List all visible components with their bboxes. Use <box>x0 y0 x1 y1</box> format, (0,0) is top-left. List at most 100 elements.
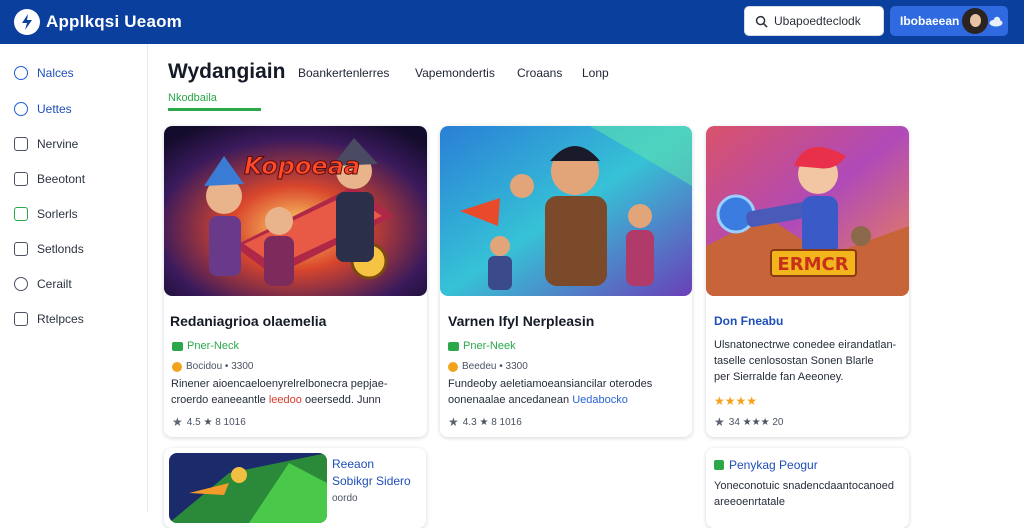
sidebar-item-label: Cerailt <box>37 277 72 291</box>
meta-label: Bocidou • 3300 <box>186 361 254 372</box>
highlight-text[interactable]: Uedabocko <box>572 394 628 406</box>
title-text: Penykag Peogur <box>729 458 818 472</box>
gamepad-icon <box>14 102 28 116</box>
sidebar-item-label: Sorlerls <box>37 207 78 221</box>
account-label: Ibobaeean <box>900 14 960 28</box>
game-title[interactable]: Varnen lfyl Nerpleasin <box>448 313 594 329</box>
app-title: Applkqsi Ueaom <box>46 12 182 31</box>
top-bar: Applkqsi Ueaom Ubapoedteclodk Ibobaeean <box>0 0 1024 44</box>
game-artwork[interactable] <box>169 453 327 523</box>
avatar[interactable] <box>962 8 988 34</box>
sidebar-item-label: Setlonds <box>37 242 84 256</box>
square-icon <box>14 137 28 151</box>
sidebar-item-label: Uettes <box>37 102 72 116</box>
highlight-text[interactable]: leedoo <box>269 394 302 406</box>
game-title[interactable]: Don Fneabu <box>714 314 783 328</box>
stats-label: 4.5 ★ 8 1016 <box>186 416 246 428</box>
coin-icon <box>448 361 458 372</box>
search-icon <box>755 15 768 28</box>
description-line: taselle cenlosostan Sonen Blarle <box>714 355 874 367</box>
sidebar-item-1[interactable]: Nalces <box>14 62 74 84</box>
circle-icon <box>14 66 28 80</box>
game-stats: ★ 34 ★★★ 20 <box>714 415 783 429</box>
star-icon: ★ <box>172 415 183 429</box>
expand-icon <box>14 242 28 256</box>
logo-icon <box>14 9 40 35</box>
title-line: Sobikgr Sidero <box>332 474 411 488</box>
tab-1[interactable]: Boankertenlerres <box>298 66 389 80</box>
sidebar-item-4[interactable]: Beeotont <box>14 168 85 190</box>
description-line: areeoenrtatale <box>714 496 785 508</box>
page-subtitle[interactable]: Nkodbaila <box>168 92 217 104</box>
game-stats: ★ 4.5 ★ 8 1016 <box>172 415 246 429</box>
sidebar-item-label: Rtelpces <box>37 312 84 326</box>
game-card[interactable]: Penykag Peogur Yoneconotuic snadencdaant… <box>706 448 909 528</box>
sidebar-item-6[interactable]: Setlonds <box>14 238 84 260</box>
description-line: Yoneconotuic snadencdaantocanoed <box>714 480 895 492</box>
game-meta: Bocidou • 3300 <box>172 361 253 372</box>
game-title[interactable]: Redaniagrioa olaemelia <box>170 313 326 329</box>
cloud-icon <box>989 16 1003 27</box>
sidebar-item-label: Nalces <box>37 66 74 80</box>
document-icon <box>14 172 28 186</box>
tab-3[interactable]: Croaans <box>517 66 562 80</box>
description-line: oonenaalae ancedanean Uedabocko <box>448 394 628 406</box>
tag-icon <box>172 341 183 351</box>
description-line: Ulsnatonectrwe conedee eirandatlan- <box>714 339 897 351</box>
active-tab-underline <box>168 108 261 111</box>
star-icon: ★ <box>448 415 459 429</box>
sidebar-item-2[interactable]: Uettes <box>14 98 72 120</box>
title-line: oordo <box>332 493 358 504</box>
description-line: Fundeoby aeletiamoeansiancilar oterodes <box>448 378 653 390</box>
sidebar-item-5[interactable]: Sorlerls <box>14 203 78 225</box>
game-description: Ulsnatonectrwe conedee eirandatlan- tase… <box>714 337 904 385</box>
title-line: Reeaon <box>332 457 375 471</box>
tag-icon <box>714 460 724 470</box>
tab-4[interactable]: Lonp <box>582 66 609 80</box>
description-line: Rinener aioencaeloenyrelrelbonecra pepja… <box>171 378 388 390</box>
game-title[interactable]: Reeaon Sobikgr Sidero oordo <box>332 456 411 507</box>
game-description: Fundeoby aeletiamoeansiancilar oterodes … <box>448 376 688 408</box>
game-tag: Pner-Neek <box>448 340 516 352</box>
meta-label: Beedeu • 3300 <box>462 361 528 372</box>
description-line: per Sierralde fan Aeeoney. <box>714 371 844 383</box>
brand[interactable]: Applkqsi Ueaom <box>14 9 182 35</box>
rating-stars: ★★★★ <box>714 394 758 408</box>
game-title[interactable]: Penykag Peogur <box>714 458 818 472</box>
game-stats: ★ 4.3 ★ 8 1016 <box>448 415 522 429</box>
folder-icon <box>14 312 28 326</box>
coin-icon <box>172 361 182 372</box>
game-card[interactable]: Varnen lfyl Nerpleasin Pner-Neek Beedeu … <box>440 126 692 437</box>
sidebar: Nalces Uettes Nervine Beeotont Sorlerls … <box>0 44 148 512</box>
sidebar-item-3[interactable]: Nervine <box>14 133 78 155</box>
stats-label: 34 ★★★ 20 <box>728 416 784 428</box>
tab-2[interactable]: Vapemondertis <box>415 66 495 80</box>
art-title-text: Kopoeaa <box>244 152 360 180</box>
account-button[interactable]: Ibobaeean <box>890 6 1008 36</box>
stats-label: 4.3 ★ 8 1016 <box>462 416 522 428</box>
description-line: croerdo eaneeantle leedoo oeersedd. Junn <box>171 394 381 406</box>
star-icon: ★ <box>714 415 725 429</box>
game-card[interactable]: Kopoeaa Redaniagrioa olaemelia Pner-Neck… <box>164 126 427 437</box>
chat-icon <box>14 277 28 291</box>
game-tag: Pner-Neck <box>172 340 239 352</box>
game-artwork[interactable]: ERMCR <box>706 126 909 296</box>
game-description: Rinener aioencaeloenyrelrelbonecra pepja… <box>171 376 421 408</box>
page-title: Wydangiain <box>168 60 286 83</box>
tag-icon <box>448 341 459 351</box>
game-artwork[interactable] <box>440 126 692 296</box>
sidebar-item-7[interactable]: Cerailt <box>14 273 72 295</box>
art-title-text: ERMCR <box>777 254 848 275</box>
sidebar-item-8[interactable]: Rtelpces <box>14 308 84 330</box>
tag-label: Pner-Neck <box>187 340 239 352</box>
game-card[interactable]: ERMCR Don Fneabu Ulsnatonectrwe conedee … <box>706 126 909 437</box>
game-artwork[interactable]: Kopoeaa <box>164 126 427 296</box>
search-input[interactable]: Ubapoedteclodk <box>744 6 884 36</box>
game-card[interactable]: Reeaon Sobikgr Sidero oordo <box>164 448 426 528</box>
search-value: Ubapoedteclodk <box>774 14 861 28</box>
sidebar-item-label: Beeotont <box>37 172 86 186</box>
tag-label: Pner-Neek <box>463 340 516 352</box>
screen-icon <box>14 207 28 221</box>
game-meta: Beedeu • 3300 <box>448 361 528 372</box>
game-description: Yoneconotuic snadencdaantocanoed areeoen… <box>714 478 904 510</box>
